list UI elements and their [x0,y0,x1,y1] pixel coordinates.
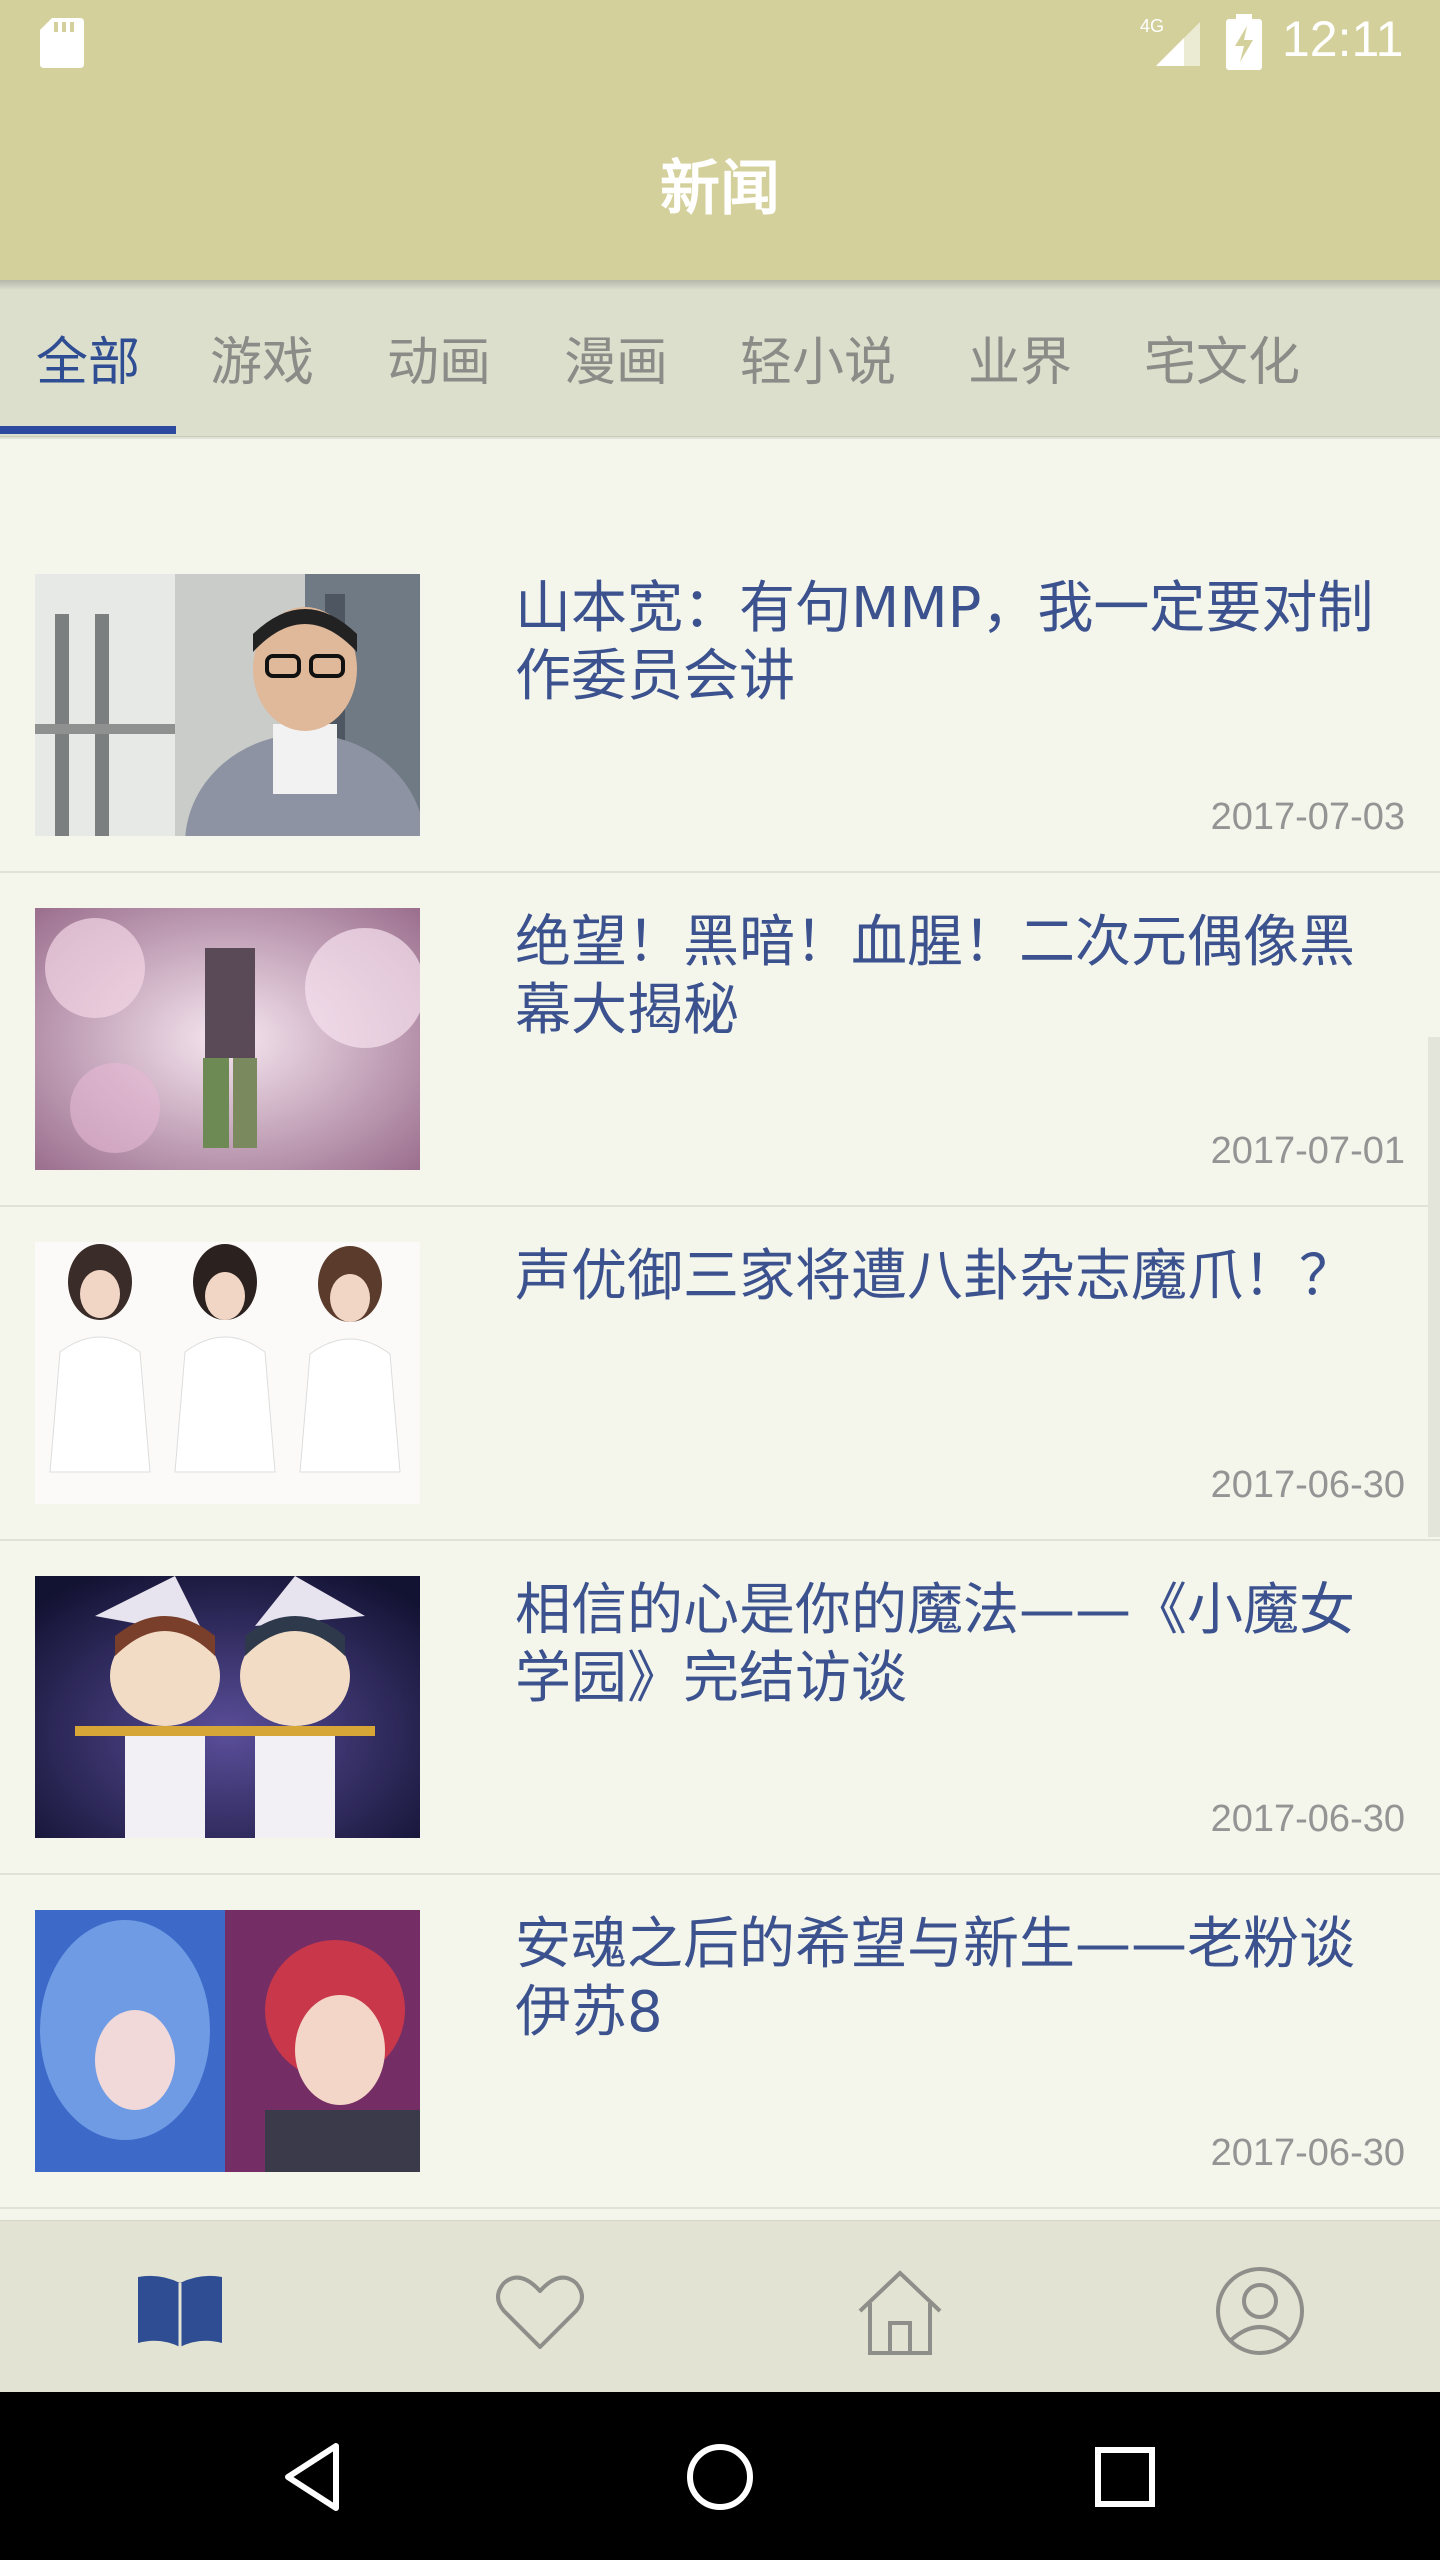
system-navigation-bar [0,2392,1440,2560]
status-bar: 4G 12:11 [0,0,1440,84]
tab-industry[interactable]: 业界 [968,320,1072,395]
network-type-label: 4G [1140,16,1164,36]
list-item[interactable]: 2017-07-04 [0,437,1440,439]
book-icon[interactable] [130,2261,230,2361]
news-list[interactable]: 2017-07-04 山本宽：有句MMP，我一定要对制作委员会讲 2017-07… [0,437,1440,2220]
news-thumbnail [35,1910,420,2172]
bottom-navigation [0,2220,1440,2393]
news-title: 相信的心是你的魔法——《小魔女学园》完结访谈 [515,1578,1355,1711]
news-date: 2017-06-30 [1210,1464,1405,1506]
news-thumbnail [35,574,420,836]
list-item[interactable]: 相信的心是你的魔法——《小魔女学园》完结访谈 2017-06-30 [0,1541,1440,1875]
news-title: 安魂之后的希望与新生——老粉谈伊苏8 [515,1912,1355,2045]
list-item[interactable]: 安魂之后的希望与新生——老粉谈伊苏8 2017-06-30 [0,1875,1440,2209]
back-icon[interactable] [270,2432,360,2522]
tab-animation[interactable]: 动画 [387,320,491,395]
news-date: 2017-06-30 [1210,2132,1405,2174]
news-thumbnail [35,1242,420,1504]
list-item[interactable]: 声优御三家将遭八卦杂志魔爪！？ 2017-06-30 [0,1207,1440,1541]
list-scrollbar[interactable] [1428,1037,1440,1537]
tab-light-novel[interactable]: 轻小说 [740,320,896,395]
tab-manga[interactable]: 漫画 [564,320,668,395]
battery-charging-icon [1226,14,1262,70]
home-circle-icon[interactable] [675,2432,765,2522]
news-date: 2017-07-01 [1210,1130,1405,1172]
heart-icon[interactable] [490,2261,590,2361]
news-title: 绝望！黑暗！血腥！二次元偶像黑幕大揭秘 [515,910,1355,1043]
profile-icon[interactable] [1210,2261,1310,2361]
active-tab-indicator [0,426,176,434]
tab-all[interactable]: 全部 [36,320,140,395]
news-title: 声优御三家将遭八卦杂志魔爪！？ [515,1244,1355,1309]
tab-games[interactable]: 游戏 [210,320,314,395]
news-title: 山本宽：有句MMP，我一定要对制作委员会讲 [515,576,1374,709]
list-item[interactable]: 山本宽：有句MMP，我一定要对制作委员会讲 2017-07-03 [0,539,1440,873]
app-bar-shadow [0,280,1440,290]
news-thumbnail [35,908,420,1170]
home-icon[interactable] [850,2261,950,2361]
tab-otaku-culture[interactable]: 宅文化 [1144,320,1300,395]
news-thumbnail [35,1576,420,1838]
page-title: 新闻 [660,154,780,224]
list-item[interactable]: 绝望！黑暗！血腥！二次元偶像黑幕大揭秘 2017-07-01 [0,873,1440,1207]
news-date: 2017-06-30 [1210,1798,1405,1840]
status-time: 12:11 [1282,11,1404,67]
category-tab-bar: 全部 游戏 动画 漫画 轻小说 业界 宅文化 [0,280,1440,437]
app-bar: 新闻 [0,84,1440,280]
recents-icon[interactable] [1080,2432,1170,2522]
news-date: 2017-07-03 [1210,796,1405,838]
signal-icon: 4G [1140,16,1200,66]
sd-card-icon [40,18,84,68]
